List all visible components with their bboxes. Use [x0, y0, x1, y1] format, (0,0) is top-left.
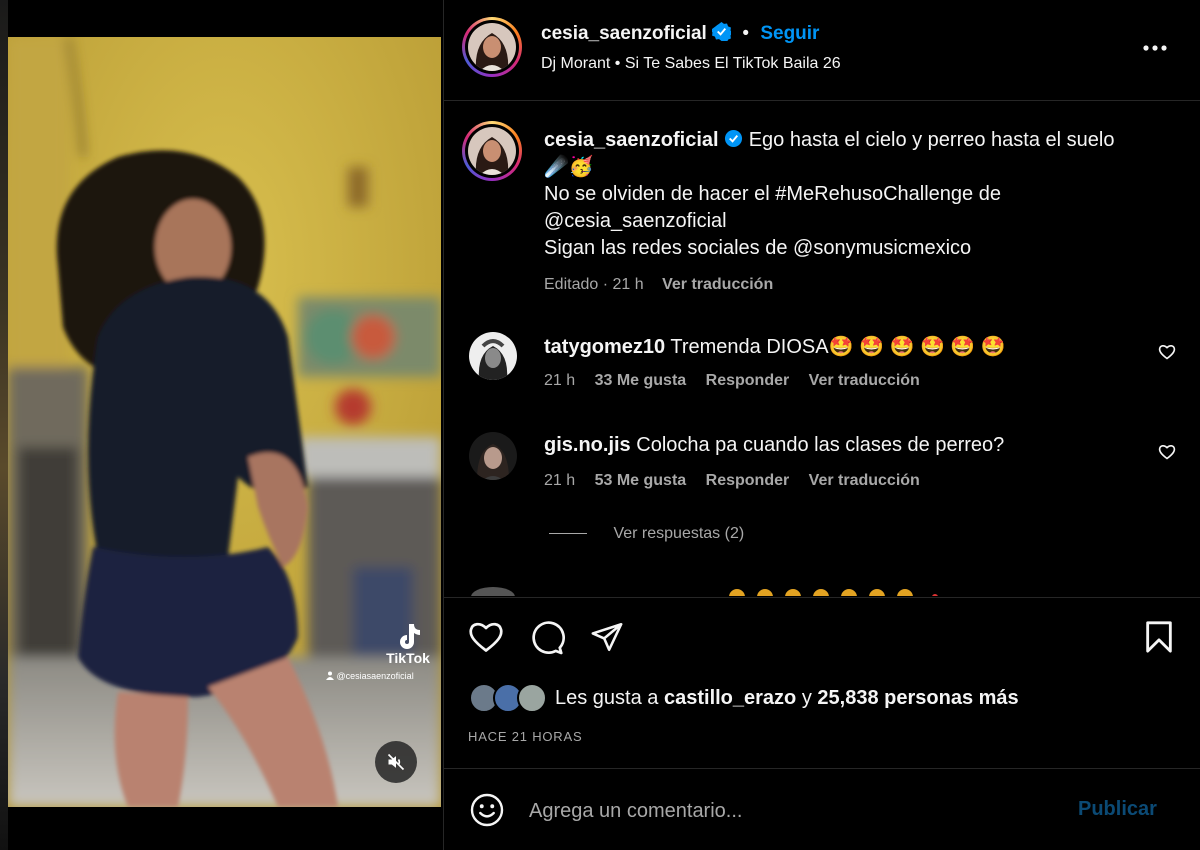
- caption-meta: Editado · 21 h Ver traducción: [544, 276, 773, 294]
- user-icon: [326, 671, 334, 680]
- post-panel: cesia_saenzoficial • Seguir Dj Morant • …: [443, 0, 1200, 850]
- author-avatar[interactable]: [462, 17, 522, 77]
- header-user-line: cesia_saenzoficial • Seguir: [541, 22, 819, 45]
- video-frame: [8, 37, 441, 807]
- clipped-comment-preview: [471, 587, 938, 596]
- likes-first-user[interactable]: castillo_erazo: [664, 687, 796, 709]
- comment-body: Colocha pa cuando las clases de perreo?: [636, 434, 1005, 456]
- comment-meta: 21 h 33 Me gusta Responder Ver traducció…: [544, 372, 935, 390]
- caption-line-1-text: Ego hasta el cielo y perreo hasta el sue…: [748, 129, 1115, 151]
- speaker-muted-icon: [387, 753, 405, 771]
- comment-text-line: tatygomez10 Tremenda DIOSA🤩 🤩 🤩 🤩 🤩 🤩: [544, 334, 1006, 359]
- comment-text-line: gis.no.jis Colocha pa cuando las clases …: [544, 434, 1004, 457]
- header-separator: •: [742, 23, 750, 44]
- verified-badge-icon: [712, 22, 732, 41]
- caption-emojis: ☄️🥳: [544, 156, 594, 178]
- avatar-image: [468, 127, 516, 175]
- caption-line-2: No se olviden de hacer el #MeRehusoChall…: [544, 183, 1001, 205]
- publish-button[interactable]: Publicar: [1078, 798, 1157, 821]
- avatar-image: [468, 23, 516, 71]
- background-edge: [0, 0, 8, 850]
- more-dots-icon: [1143, 45, 1167, 51]
- commenter-avatar[interactable]: [469, 432, 517, 480]
- tiktok-watermark: TikTok: [380, 622, 436, 666]
- follow-button[interactable]: Seguir: [760, 23, 819, 44]
- comment-like-heart-icon[interactable]: [1158, 344, 1176, 360]
- comment-time: 21 h: [544, 372, 576, 389]
- emoji-smiley-icon[interactable]: [469, 792, 505, 828]
- tiktok-icon: [400, 624, 420, 649]
- tiktok-handle: @cesiasaenzoficial: [326, 671, 414, 681]
- caption-edited-time: Editado · 21 h: [544, 276, 644, 293]
- comment-translate-button[interactable]: Ver traducción: [809, 472, 920, 489]
- partially-visible-comment: [469, 584, 1169, 596]
- actions-bar: Les gusta a castillo_erazo y 25,838 pers…: [444, 597, 1200, 769]
- likes-joiner: y: [801, 687, 812, 709]
- likes-text: Les gusta a castillo_erazo y 25,838 pers…: [555, 687, 1019, 710]
- caption-text: cesia_saenzoficial Ego hasta el cielo y …: [544, 127, 1164, 262]
- like-heart-icon[interactable]: [468, 620, 504, 654]
- comment-translate-button[interactable]: Ver traducción: [809, 372, 920, 389]
- liker-avatars: [469, 681, 549, 715]
- share-paper-plane-icon[interactable]: [590, 620, 624, 654]
- mute-button[interactable]: [375, 741, 417, 783]
- caption-avatar[interactable]: [462, 121, 522, 181]
- replies-divider-line: [549, 533, 587, 535]
- comment-like-heart-icon[interactable]: [1158, 444, 1176, 460]
- audio-attribution[interactable]: Dj Morant • Si Te Sabes El TikTok Baila …: [541, 55, 841, 73]
- comment-likes[interactable]: 53 Me gusta: [595, 472, 687, 489]
- post-timestamp: HACE 21 HORAS: [468, 729, 583, 744]
- verified-badge-icon: [725, 129, 743, 148]
- comment-bubble-icon[interactable]: [529, 620, 565, 656]
- view-replies-label: Ver respuestas (2): [613, 525, 745, 542]
- add-comment-bar: Publicar: [444, 770, 1200, 850]
- comment-time: 21 h: [544, 472, 576, 489]
- video-player[interactable]: [8, 37, 441, 807]
- likes-prefix: Les gusta a: [555, 687, 659, 709]
- save-bookmark-icon[interactable]: [1144, 620, 1174, 654]
- tiktok-handle-text: @cesiasaenzoficial: [336, 671, 414, 681]
- media-area: TikTok @cesiasaenzoficial: [0, 0, 443, 850]
- caption-username[interactable]: cesia_saenzoficial: [544, 129, 719, 151]
- view-replies-button[interactable]: Ver respuestas (2): [549, 525, 744, 543]
- comment-input[interactable]: [529, 796, 1049, 826]
- comment-likes[interactable]: 33 Me gusta: [595, 372, 687, 389]
- caption-line-3: @cesia_saenzoficial: [544, 210, 727, 232]
- more-options-button[interactable]: [1142, 38, 1170, 58]
- post-header: cesia_saenzoficial • Seguir Dj Morant • …: [444, 0, 1200, 101]
- liker-avatar: [517, 683, 547, 713]
- caption-line-4: Sigan las redes sociales de @sonymusicme…: [544, 237, 972, 259]
- author-username[interactable]: cesia_saenzoficial: [541, 23, 707, 44]
- tiktok-brand-label: TikTok: [386, 650, 430, 666]
- comment-reply-button[interactable]: Responder: [706, 472, 790, 489]
- commenter-username[interactable]: tatygomez10: [544, 336, 665, 358]
- likes-others[interactable]: 25,838 personas más: [817, 687, 1018, 709]
- comment-body: Tremenda DIOSA🤩 🤩 🤩 🤩 🤩 🤩: [670, 336, 1006, 358]
- comment-reply-button[interactable]: Responder: [706, 372, 790, 389]
- commenter-username[interactable]: gis.no.jis: [544, 434, 631, 456]
- avatar-image: [469, 332, 517, 380]
- commenter-avatar[interactable]: [469, 332, 517, 380]
- caption-line-1: cesia_saenzoficial Ego hasta el cielo y …: [544, 127, 1164, 154]
- caption-translate-button[interactable]: Ver traducción: [662, 276, 773, 293]
- comment-meta: 21 h 53 Me gusta Responder Ver traducció…: [544, 472, 935, 490]
- avatar-image: [469, 432, 517, 480]
